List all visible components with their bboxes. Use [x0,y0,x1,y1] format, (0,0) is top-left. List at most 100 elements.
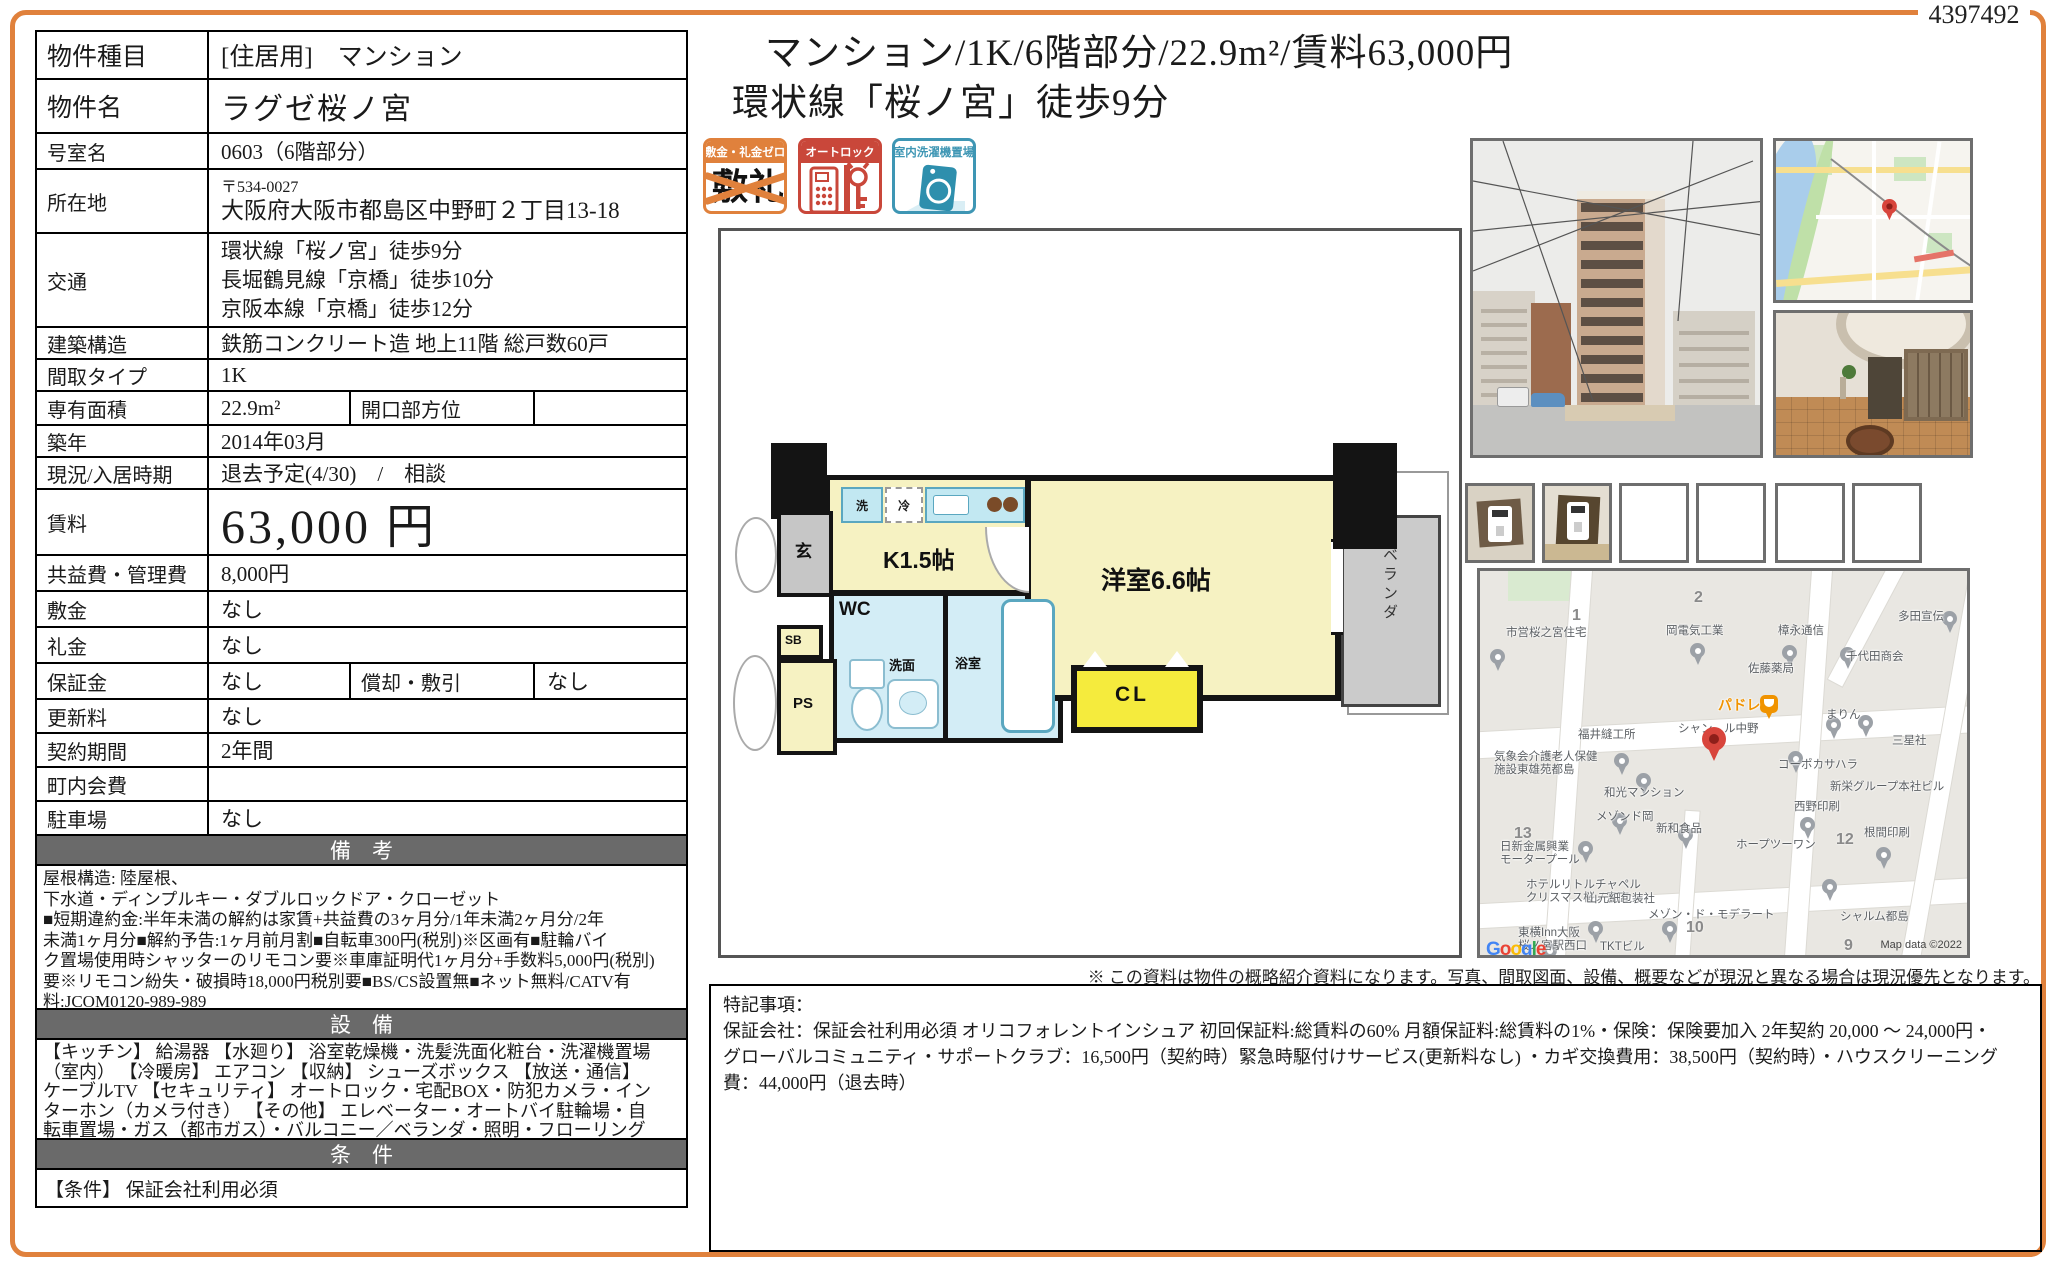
map-poi-label: 新和食品 [1656,823,1702,836]
map-block-number: 1 [1572,607,1581,625]
table-row: 現況/入居時期退去予定(4/30) / 相談 [37,458,686,490]
map-poi-label: 日新金属興業 モータープール [1500,841,1580,867]
map-poi-label: 山元紙包装社 [1586,893,1655,906]
table-row: 建築構造鉄筋コンクリート造 地上11階 総戸数60戸 [37,328,686,360]
label-bath: 浴室 [955,653,981,672]
special-notes-box: 特記事項： 保証会社：保証会社利用必須 オリコフォレントインシュア 初回保証料:… [709,984,2042,1252]
map-pin [1876,847,1891,862]
row-value: なし [209,628,686,662]
table-row: 物件種目[住居用] マンション [37,32,686,80]
map-poi-label: 多田宣伝 [1898,611,1944,624]
fridge-space: 冷 [885,487,923,523]
listing-title-line2: 環状線「桜ノ宮」徒歩9分 [732,72,1170,126]
row-value-2 [535,392,686,424]
badge-title: 室内洗濯機置場 [895,141,973,163]
map-poi-label: 気象会介護老人保健 施設東雄苑都島 [1494,751,1598,777]
thumbnail-empty [1619,483,1689,563]
map-poi-label: メゾンド岡 [1596,811,1654,824]
postal-code: 〒534-0027 [221,179,298,197]
label-veranda: ベランダ [1379,547,1400,623]
row-value: なし [209,592,686,626]
label-sb: SB [785,633,802,647]
table-row: 敷金なし [37,592,686,628]
row-label: 物件種目 [37,32,209,78]
table-row: 保証金なし償却・敷引なし [37,664,686,700]
label-kitchen: K1.5帖 [883,541,955,575]
map-poi-label: メゾン・ド・モデラート [1648,909,1775,922]
badge-autolock: オートロック [798,138,882,214]
table-row: 間取タイプ1K [37,360,686,392]
document-number: 4397492 [1918,0,2030,30]
label-ps: PS [793,695,813,712]
conditions-header: 条 件 [37,1140,686,1170]
map-block-number: 9 [1844,937,1853,955]
row-label: 号室名 [37,134,209,168]
row-value: 8,000円 [209,556,686,590]
table-row: 所在地〒534-0027大阪府大阪市都島区中野町２丁目13-18 [37,170,686,234]
table-row: 号室名0603（6階部分） [37,134,686,170]
conditions-text: 【条件】 保証会社利用必須 [37,1170,686,1206]
map-block-number: 13 [1514,825,1532,843]
listing-title-line1: マンション/1K/6階部分/22.9m²/賃料63,000円 [765,22,1513,76]
map-poi-label: 和光マンション [1604,787,1685,800]
map-poi-label: 市営桜之宮住宅 [1506,627,1587,640]
map-pin [1800,817,1815,832]
thumbnail-intercom-photo [1542,483,1612,563]
row-value [209,768,686,800]
row-label: 駐車場 [37,802,209,834]
remarks-header: 備 考 [37,836,686,866]
property-table: 物件種目[住居用] マンション 物件名ラグゼ桜ノ宮 号室名0603（6階部分） … [35,30,688,1208]
no-deposit-icon: 敷礼 [706,163,784,214]
row-value: 2014年03月 [209,426,686,456]
row-value: なし [209,700,686,732]
washing-machine-icon [895,163,973,214]
map-copyright: Map data ©2022 [1881,939,1963,951]
map-pin [1636,773,1651,788]
door-arc [733,655,777,751]
row-label: 専有面積 [37,392,209,424]
table-row: 共益費・管理費8,000円 [37,556,686,592]
map-pin [1690,643,1705,658]
equipment-text: 【キッチン】 給湯器 【水廻り】 浴室乾燥機・洗髪洗面化粧台・洗濯機置場 （室内… [37,1040,686,1140]
table-row: 交通環状線「桜ノ宮」徒歩9分 長堀鶴見線「京橋」徒歩10分 京阪本線「京橋」徒歩… [37,234,686,328]
toilet [851,687,883,731]
label-room: 洋室6.6帖 [1101,561,1211,597]
floorplan-drawing: 洗 冷 玄 K1.5帖 WC 洗面 浴室 SB PS 洋室6.6帖 CL ベラン… [771,443,1453,758]
row-label: 契約期間 [37,734,209,766]
row-label: 間取タイプ [37,360,209,390]
row-label: 更新料 [37,700,209,732]
row-value: 22.9m² [209,392,349,424]
row-value: なし [209,802,686,834]
wall-block [1333,443,1397,549]
google-logo: Google [1486,939,1545,958]
map-poi-label: まりん [1826,709,1861,722]
row-label: 保証金 [37,664,209,698]
lobby-photo [1773,310,1973,458]
row-value: 退去予定(4/30) / 相談 [209,458,686,488]
washer-space: 洗 [841,487,883,523]
neighborhood-map: 市営桜之宮住宅岡電気工業樟永通信多田宣伝千代田商会佐藤薬局パドレまりん三星社福井… [1477,568,1970,958]
map-pin [1614,753,1629,768]
row-label: 建築構造 [37,328,209,358]
map-poi-label: 西野印刷 [1794,801,1840,814]
autolock-intercom-key-icon [801,163,879,214]
map-poi-label: 福井縫工所 [1578,729,1636,742]
equipment-header: 設 備 [37,1010,686,1040]
thumbnail-empty [1852,483,1922,563]
thumbnail-empty [1696,483,1766,563]
property-location-pin [1702,727,1726,751]
door-arc [735,517,777,593]
table-row: 更新料なし [37,700,686,734]
wall-block [771,443,827,519]
closet-door-mark [1083,651,1107,667]
map-pin [1588,921,1603,936]
map-poi-label: TKTビル [1600,941,1645,954]
row-label: 現況/入居時期 [37,458,209,488]
label-cl: CL [1115,683,1149,707]
table-row: 専有面積22.9m²開口部方位 [37,392,686,426]
row-label: 共益費・管理費 [37,556,209,590]
thumbnail-empty [1775,483,1845,563]
row-value: 鉄筋コンクリート造 地上11階 総戸数60戸 [209,328,686,358]
closet-door-mark [1165,651,1189,667]
row-value: 0603（6階部分） [209,134,686,168]
